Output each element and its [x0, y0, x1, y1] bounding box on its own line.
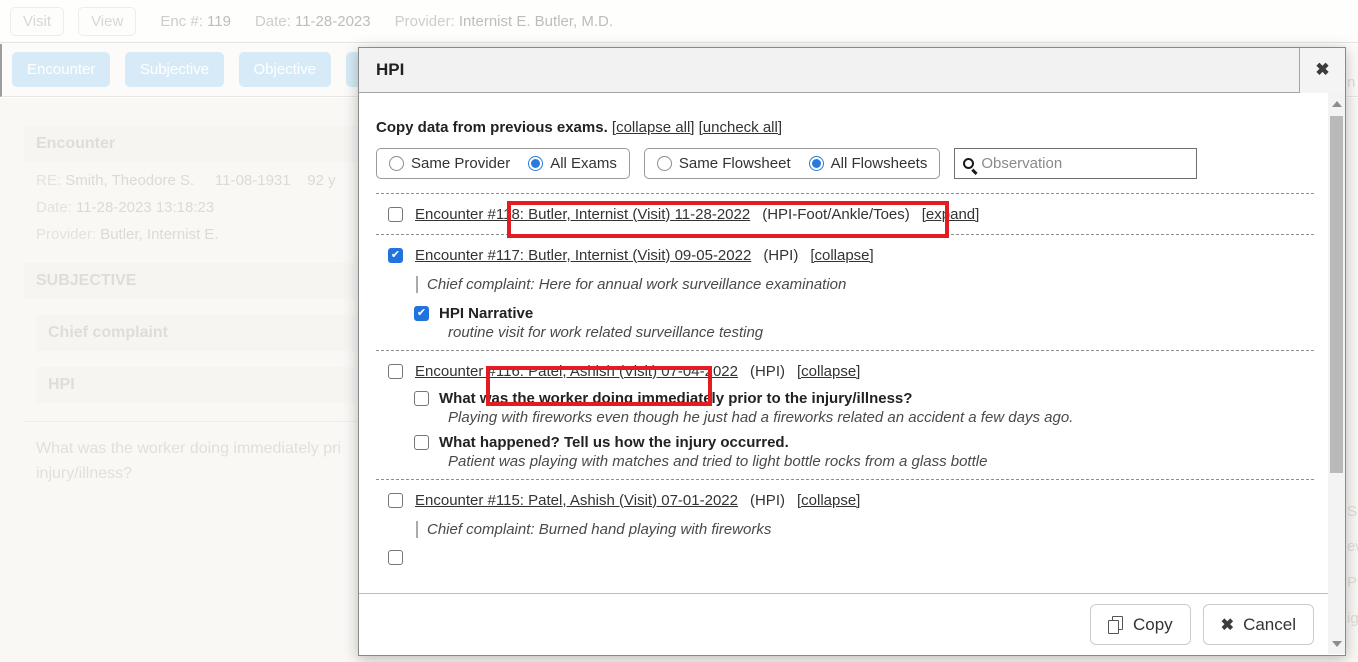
dashed-separator	[376, 350, 1314, 351]
quote-bar	[416, 521, 418, 538]
observation-value: Playing with fireworks even though he ju…	[448, 409, 1314, 426]
encounter-checkbox[interactable]	[388, 493, 403, 508]
radio-icon[interactable]	[657, 156, 672, 171]
cancel-button[interactable]: ✖ Cancel	[1203, 604, 1314, 645]
provider-filter-group: Same Provider All Exams	[376, 148, 630, 179]
copy-instructions-text: Copy data from previous exams.	[376, 119, 608, 136]
radio-selected-icon[interactable]	[809, 156, 824, 171]
same-provider-option[interactable]: Same Provider	[389, 155, 510, 172]
encounter-checkbox[interactable]	[388, 207, 403, 222]
encounter-checkbox[interactable]	[388, 550, 403, 565]
dashed-separator	[376, 479, 1314, 480]
encounter-row: Encounter #115: Patel, Ashish (Visit) 07…	[388, 489, 1314, 511]
observation-row: ✔ HPI Narrative	[414, 305, 1314, 322]
all-flowsheets-option[interactable]: All Flowsheets	[809, 155, 928, 172]
dialog-footer: Copy ✖ Cancel	[359, 593, 1328, 655]
scrollbar-thumb[interactable]	[1330, 116, 1343, 473]
collapse-link[interactable]: [collapse]	[797, 492, 860, 509]
copy-icon	[1108, 616, 1124, 633]
uncheck-all-link[interactable]: [uncheck all]	[699, 119, 782, 136]
annotation-highlight-box	[507, 201, 949, 238]
all-exams-label: All Exams	[550, 155, 617, 172]
dialog-header: HPI ✖	[359, 48, 1345, 93]
cancel-button-label: Cancel	[1243, 615, 1296, 635]
radio-icon[interactable]	[389, 156, 404, 171]
same-flowsheet-option[interactable]: Same Flowsheet	[657, 155, 791, 172]
observation-row: What happened? Tell us how the injury oc…	[414, 434, 1314, 451]
quote-text: Chief complaint: Here for annual work su…	[427, 276, 846, 293]
copy-button[interactable]: Copy	[1090, 604, 1191, 645]
chief-complaint-quote: Chief complaint: Burned hand playing wit…	[416, 521, 1314, 538]
chief-complaint-quote: Chief complaint: Here for annual work su…	[416, 276, 1314, 293]
annotation-highlight-box	[486, 366, 712, 406]
observation-label: What happened? Tell us how the injury oc…	[439, 434, 789, 451]
observation-label: HPI Narrative	[439, 305, 533, 322]
observation-checkbox[interactable]	[414, 435, 429, 450]
cancel-x-icon: ✖	[1221, 615, 1234, 635]
observation-value: routine visit for work related surveilla…	[448, 324, 1314, 341]
quote-text: Chief complaint: Burned hand playing wit…	[427, 521, 771, 538]
flowsheet-filter-group: Same Flowsheet All Flowsheets	[644, 148, 940, 179]
dialog-title: HPI	[359, 60, 1299, 80]
encounter-flowsheet-suffix: (HPI)	[763, 247, 798, 264]
scroll-up-icon[interactable]	[1328, 95, 1345, 112]
search-icon	[963, 158, 974, 169]
encounter-link[interactable]: Encounter #115: Patel, Ashish (Visit) 07…	[415, 492, 738, 509]
observation-search-input[interactable]	[981, 155, 1171, 172]
partial-next-row	[388, 550, 1314, 570]
observation-checkbox[interactable]: ✔	[414, 306, 429, 321]
encounter-row: ✔ Encounter #117: Butler, Internist (Visi…	[388, 244, 1314, 266]
encounter-flowsheet-suffix: (HPI)	[750, 363, 785, 380]
dialog-body: Copy data from previous exams. [collapse…	[359, 93, 1328, 593]
collapse-all-link[interactable]: [collapse all]	[612, 119, 695, 136]
observation-checkbox[interactable]	[414, 391, 429, 406]
all-exams-option[interactable]: All Exams	[528, 155, 617, 172]
encounter-link[interactable]: Encounter #117: Butler, Internist (Visit…	[415, 247, 751, 264]
encounter-checkbox[interactable]	[388, 364, 403, 379]
quote-bar	[416, 276, 418, 293]
observation-search-box	[954, 148, 1197, 179]
dialog-scrollbar[interactable]	[1328, 93, 1345, 654]
screen: Visit View Enc #: 119 Date: 11-28-2023 P…	[0, 0, 1358, 662]
filter-controls: Same Provider All Exams Same Flowsheet A…	[376, 148, 1314, 179]
hpi-copy-dialog: HPI ✖ Copy data from previous exams. [co…	[358, 47, 1346, 656]
observation-value: Patient was playing with matches and tri…	[448, 453, 1314, 470]
same-flowsheet-label: Same Flowsheet	[679, 155, 791, 172]
same-provider-label: Same Provider	[411, 155, 510, 172]
collapse-link[interactable]: [collapse]	[797, 363, 860, 380]
encounter-flowsheet-suffix: (HPI)	[750, 492, 785, 509]
copy-button-label: Copy	[1133, 615, 1173, 635]
copy-instructions: Copy data from previous exams. [collapse…	[376, 119, 1314, 136]
radio-selected-icon[interactable]	[528, 156, 543, 171]
encounter-checkbox[interactable]: ✔	[388, 248, 403, 263]
close-icon[interactable]: ✖	[1299, 48, 1345, 93]
dashed-separator	[376, 193, 1314, 194]
collapse-link[interactable]: [collapse]	[810, 247, 873, 264]
all-flowsheets-label: All Flowsheets	[831, 155, 928, 172]
scroll-down-icon[interactable]	[1328, 635, 1345, 652]
